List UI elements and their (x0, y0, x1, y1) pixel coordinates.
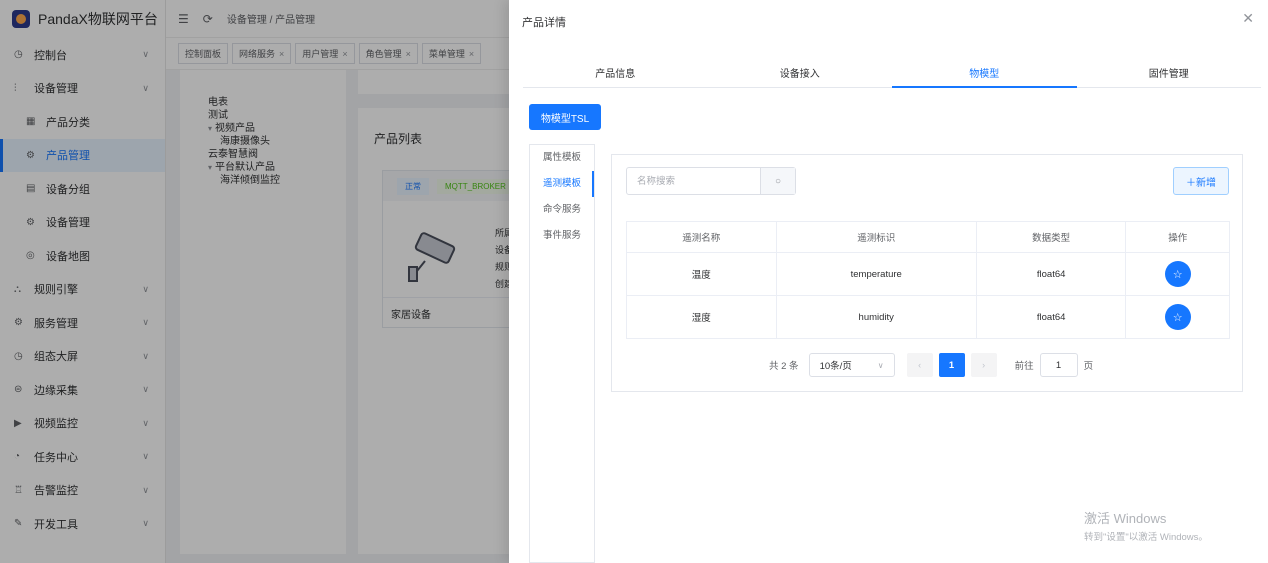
model-side-tabs: 属性模板 遥测模板 命令服务 事件服务 (529, 144, 595, 563)
search-input[interactable] (627, 168, 760, 194)
search-box: ○ (626, 167, 796, 195)
tab-0[interactable]: 产品信息 (523, 64, 708, 87)
tab-2[interactable]: 物模型 (892, 64, 1077, 88)
cell-key: temperature (775, 252, 977, 296)
telemetry-panel: ○ ＋新增 遥测名称遥测标识数据类型操作 温度temperaturefloat6… (611, 154, 1243, 392)
tsl-button[interactable]: 物模型TSL (529, 104, 601, 130)
cell-type: float64 (975, 252, 1127, 296)
watermark-line-2: 转到"设置"以激活 Windows。 (1084, 532, 1208, 543)
goto-label: 前往 (1014, 361, 1034, 372)
add-button[interactable]: ＋新增 (1173, 167, 1229, 195)
page-number-current[interactable]: 1 (938, 353, 965, 377)
table-row: 温度 temperature float64 ☆ (626, 252, 1230, 296)
page-size-select[interactable]: 10条/页 ∨ (808, 353, 895, 377)
goto-page-input[interactable] (1039, 353, 1078, 377)
close-icon[interactable]: ✕ (1242, 10, 1254, 27)
windows-activation-watermark: 激活 Windows 转到"设置"以激活 Windows。 (1084, 508, 1208, 543)
chevron-down-icon: ∨ (877, 360, 884, 370)
telemetry-table: 遥测名称 遥测标识 数据类型 操作 温度 temperature float64 ☆ 湿度 hu… (626, 221, 1230, 339)
star-icon[interactable]: ☆ (1164, 261, 1191, 287)
page-size-value: 10条/页 (819, 361, 852, 372)
cell-name: 湿度 (626, 295, 777, 339)
page-suffix: 页 (1083, 361, 1094, 372)
column-header: 遥测名称 (626, 221, 777, 253)
detail-tabs: 产品信息 设备接入 物模型 固件管理 (523, 64, 1261, 88)
table-row: 湿度 humidity float64 ☆ (626, 295, 1230, 339)
cell-actions: ☆ (1125, 295, 1230, 339)
side-tab[interactable]: 命令服务 (530, 197, 594, 223)
tab-3[interactable]: 固件管理 (1077, 64, 1262, 87)
next-page-button[interactable]: › (970, 353, 997, 377)
cell-actions: ☆ (1125, 252, 1230, 296)
cell-name: 温度 (626, 252, 777, 296)
star-icon[interactable]: ☆ (1164, 304, 1191, 330)
side-tab[interactable]: 属性模板 (530, 145, 594, 171)
table-body: 温度 temperature float64 ☆ 湿度 humidity float64 ☆ (626, 252, 1230, 339)
pagination-total: 共 2 条 (769, 361, 799, 372)
table-header-row: 遥测名称 遥测标识 数据类型 操作 (626, 221, 1230, 253)
column-header: 数据类型 (975, 221, 1127, 253)
product-detail-drawer: 产品详情 ✕ 产品信息 设备接入 物模型 固件管理 物模型TSL 属性模板 遥测模板 命令… (509, 0, 1268, 563)
prev-page-button[interactable]: ‹ (906, 353, 933, 377)
column-header: 操作 (1125, 221, 1230, 253)
side-tab[interactable]: 事件服务 (530, 223, 594, 249)
column-header: 遥测标识 (775, 221, 977, 253)
watermark-line-1: 激活 Windows (1084, 511, 1167, 526)
search-icon[interactable]: ○ (760, 168, 795, 194)
cell-key: humidity (775, 295, 977, 339)
side-tab[interactable]: 遥测模板 (530, 171, 594, 197)
cell-type: float64 (975, 295, 1127, 339)
pagination: 共 2 条 10条/页 ∨ ‹ 1 › 前往 页 (769, 353, 1093, 377)
tab-1[interactable]: 设备接入 (708, 64, 893, 87)
drawer-title: 产品详情 (522, 17, 566, 29)
